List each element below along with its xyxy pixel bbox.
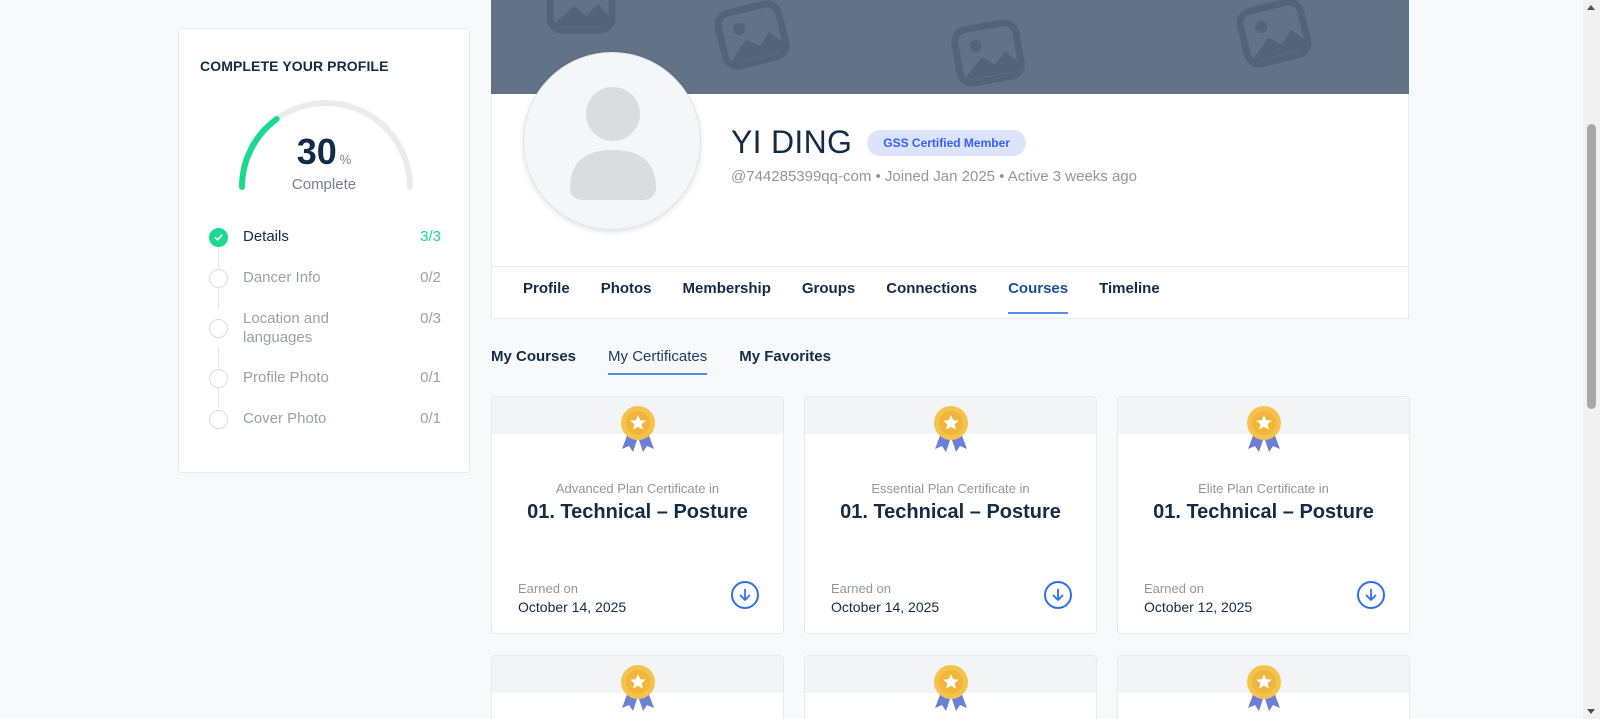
earned-date: October 14, 2025	[518, 599, 627, 615]
step-details[interactable]: Details 3/3	[209, 227, 441, 247]
circle-icon	[209, 319, 228, 338]
certificate-plan: Essential Plan Certificate in	[871, 481, 1030, 496]
step-label: Location and languages	[243, 310, 329, 346]
profile-meta: @744285399qq-com • Joined Jan 2025 • Act…	[731, 168, 1137, 185]
page-scrollbar[interactable]	[1583, 0, 1600, 719]
download-icon[interactable]	[1357, 581, 1385, 609]
certificate-card: Essential Plan Certificate in 01. Techni…	[804, 396, 1097, 634]
percent-sign: %	[339, 152, 352, 167]
course-subtabs: My Courses My Certificates My Favorites	[491, 348, 863, 375]
earned-label: Earned on	[831, 581, 891, 596]
step-count: 0/1	[420, 410, 441, 427]
step-label: Profile Photo	[243, 369, 329, 386]
step-cover-photo[interactable]: Cover Photo 0/1	[209, 409, 441, 429]
completion-percent: 30	[296, 131, 337, 172]
scroll-up-arrow-icon[interactable]	[1587, 5, 1595, 10]
user-placeholder-icon[interactable]	[523, 52, 701, 230]
image-placeholder-icon	[951, 19, 1025, 87]
profile-completion-card: COMPLETE YOUR PROFILE 30% Complete Detai…	[178, 28, 470, 473]
circle-icon	[209, 410, 228, 429]
download-icon[interactable]	[1044, 581, 1072, 609]
image-placeholder-icon	[1236, 0, 1312, 68]
step-count: 3/3	[420, 228, 441, 245]
step-profile-photo[interactable]: Profile Photo 0/1	[209, 368, 441, 388]
award-medal-icon	[621, 665, 655, 711]
tab-connections[interactable]: Connections	[886, 280, 977, 314]
earned-date: October 14, 2025	[831, 599, 940, 615]
certificate-card	[1117, 655, 1410, 719]
earned-label: Earned on	[518, 581, 578, 596]
award-medal-icon	[1247, 665, 1281, 711]
certificate-course: 01. Technical – Posture	[840, 501, 1061, 523]
divider	[491, 266, 1409, 267]
step-dancer-info[interactable]: Dancer Info 0/2	[209, 268, 441, 288]
certificate-course: 01. Technical – Posture	[527, 501, 748, 523]
tab-membership[interactable]: Membership	[683, 280, 771, 314]
subtab-my-favorites[interactable]: My Favorites	[739, 348, 831, 375]
tab-timeline[interactable]: Timeline	[1099, 280, 1160, 314]
step-label: Dancer Info	[243, 269, 321, 286]
circle-icon	[209, 269, 228, 288]
certificate-card: Advanced Plan Certificate in 01. Technic…	[491, 396, 784, 634]
award-medal-icon	[934, 406, 968, 452]
profile-tabs: Profile Photos Membership Groups Connect…	[523, 280, 1191, 314]
tab-courses[interactable]: Courses	[1008, 280, 1069, 314]
completion-steps: Details 3/3 Dancer Info 0/2 Location and…	[209, 227, 441, 429]
download-icon[interactable]	[731, 581, 759, 609]
step-label: Cover Photo	[243, 410, 327, 427]
scroll-down-arrow-icon[interactable]	[1587, 709, 1595, 714]
image-placeholder-icon	[546, 0, 616, 34]
step-count: 0/1	[420, 369, 441, 386]
subtab-my-certificates[interactable]: My Certificates	[608, 348, 708, 375]
step-label: Details	[243, 228, 289, 245]
completion-title: COMPLETE YOUR PROFILE	[200, 58, 389, 74]
circle-icon	[209, 369, 228, 388]
profile-name: YI DING	[731, 124, 853, 160]
check-icon	[209, 228, 228, 247]
step-location-languages[interactable]: Location and languages 0/3	[209, 309, 441, 347]
completion-label: Complete	[291, 176, 357, 193]
award-medal-icon	[621, 406, 655, 452]
certificate-plan: Elite Plan Certificate in	[1198, 481, 1329, 496]
tab-groups[interactable]: Groups	[802, 280, 855, 314]
earned-date: October 12, 2025	[1144, 599, 1253, 615]
step-count: 0/2	[420, 269, 441, 286]
certificate-card	[804, 655, 1097, 719]
tab-profile[interactable]: Profile	[523, 280, 570, 314]
image-placeholder-icon	[714, 0, 790, 70]
step-count: 0/3	[420, 310, 441, 327]
award-medal-icon	[1247, 406, 1281, 452]
certificate-plan: Advanced Plan Certificate in	[555, 481, 720, 496]
tab-photos[interactable]: Photos	[601, 280, 652, 314]
earned-label: Earned on	[1144, 581, 1204, 596]
certificate-card: Elite Plan Certificate in 01. Technical …	[1117, 396, 1410, 634]
certificate-card	[491, 655, 784, 719]
member-badge: GSS Certified Member	[867, 129, 1026, 156]
award-medal-icon	[934, 665, 968, 711]
scrollbar-thumb[interactable]	[1587, 124, 1596, 409]
certificate-course: 01. Technical – Posture	[1153, 501, 1374, 523]
subtab-my-courses[interactable]: My Courses	[491, 348, 576, 375]
